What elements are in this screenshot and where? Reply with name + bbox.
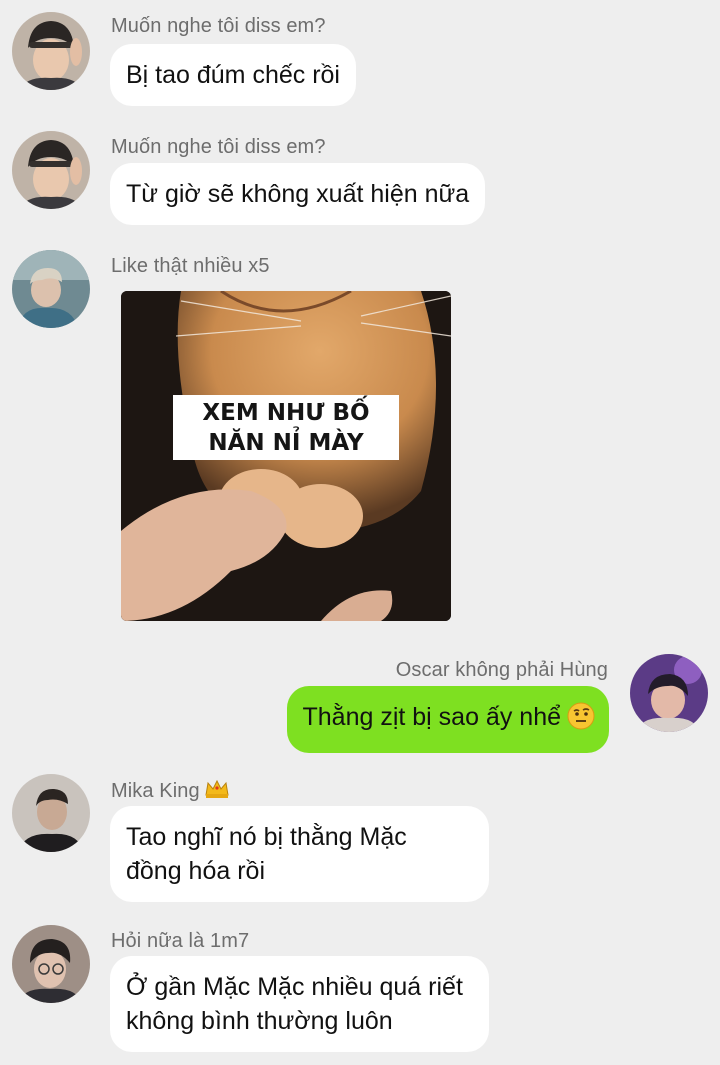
meme-caption-line: NĂN NỈ MÀY: [208, 430, 364, 456]
avatar[interactable]: [12, 774, 90, 852]
avatar[interactable]: [630, 654, 708, 732]
message-bubble[interactable]: Bị tao đúm chếc rồi: [110, 44, 356, 106]
message-bubble[interactable]: Thằng zịt bị sao ấy nhể: [286, 686, 609, 753]
sender-name: Like thật nhiều x5: [111, 255, 270, 277]
message-bubble[interactable]: Từ giờ sẽ không xuất hiện nữa: [110, 163, 486, 225]
sender-name: Hỏi nữa là 1m7: [111, 930, 250, 952]
sender-name: Mika King: [111, 779, 230, 805]
message-text-line: Tao nghĩ nó bị thằng Mặc: [126, 823, 407, 851]
message-text-line: không bình thường luôn: [126, 1007, 393, 1035]
sender-name: Muốn nghe tôi diss em?: [111, 15, 326, 37]
raised-eyebrow-emoji-icon: [567, 702, 595, 739]
sender-name-text: Mika King: [111, 780, 200, 802]
avatar[interactable]: [12, 12, 90, 90]
sender-name: Muốn nghe tôi diss em?: [111, 136, 326, 158]
sender-name: Oscar không phải Hùng: [395, 659, 608, 681]
message-bubble[interactable]: Ở gần Mặc Mặc nhiều quá riết không bình …: [110, 956, 489, 1052]
avatar[interactable]: [12, 131, 90, 209]
avatar[interactable]: [12, 925, 90, 1003]
message-text-line: Ở gần Mặc Mặc nhiều quá riết: [126, 973, 463, 1001]
meme-caption: XEM NHƯ BỐ NĂN NỈ MÀY: [173, 395, 399, 460]
avatar[interactable]: [12, 250, 90, 328]
message-bubble[interactable]: Tao nghĩ nó bị thằng Mặc đồng hóa rồi: [110, 806, 489, 902]
crown-icon: [204, 779, 230, 805]
message-text: Thằng zịt bị sao ấy nhể: [302, 703, 562, 731]
meme-image[interactable]: XEM NHƯ BỐ NĂN NỈ MÀY: [121, 291, 451, 621]
chat-conversation: Muốn nghe tôi diss em? Bị tao đúm chếc r…: [0, 0, 720, 1065]
meme-caption-line: XEM NHƯ BỐ: [202, 400, 370, 426]
message-text-line: đồng hóa rồi: [126, 857, 266, 885]
